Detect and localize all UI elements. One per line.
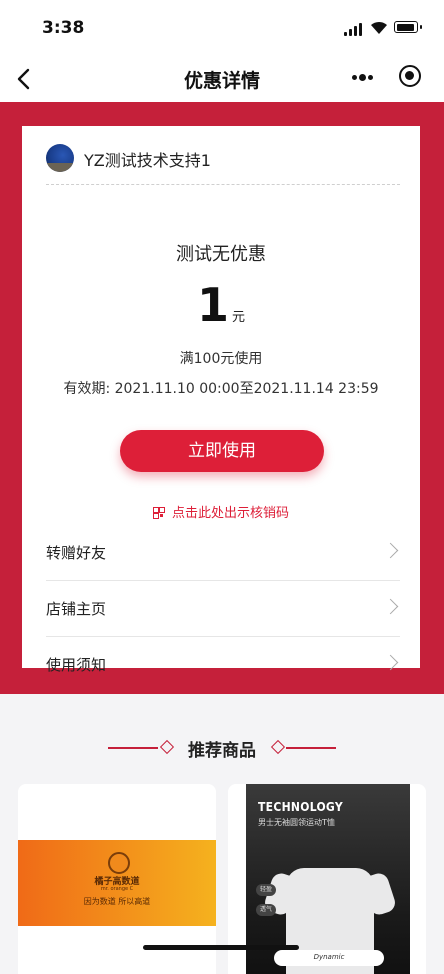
shop-avatar	[46, 144, 74, 172]
dashed-divider	[46, 184, 400, 185]
product-headline: TECHNOLOGY	[258, 800, 343, 814]
orange-logo-icon	[108, 852, 130, 874]
product-tag: 透气	[256, 904, 276, 916]
use-now-button[interactable]: 立即使用	[120, 430, 324, 472]
amount-unit: 元	[232, 310, 246, 325]
coupon-section: YZ测试技术支持1 测试无优惠 1元 满100元使用 有效期: 2021.11.…	[0, 102, 444, 694]
chevron-right-icon	[382, 598, 399, 615]
home-indicator	[143, 945, 299, 950]
divider-line	[286, 747, 336, 749]
shop-row[interactable]: YZ测试技术支持1	[22, 126, 420, 184]
product-tag: 轻盈	[256, 884, 276, 896]
product-description: 男士无袖圆领运动T恤	[258, 818, 335, 827]
product-brand-sub: mr. orange C	[100, 886, 134, 892]
shop-name: YZ测试技术支持1	[84, 151, 211, 170]
battery-icon	[394, 21, 422, 33]
status-bar: 3:38	[0, 0, 444, 56]
coupon-validity: 有效期: 2021.11.10 00:00至2021.11.14 23:59	[63, 381, 379, 397]
signal-icon	[344, 22, 364, 36]
menu-item-shop-home[interactable]: 店铺主页	[46, 581, 400, 637]
menu-item-label: 店铺主页	[46, 600, 107, 618]
wifi-icon	[371, 21, 387, 34]
coupon-amount: 1元	[22, 278, 420, 332]
target-icon[interactable]	[399, 65, 421, 87]
recommend-header: 推荐商品	[0, 736, 444, 761]
product-image: 橘子高数道 mr. orange C 因为数道 所以高道	[18, 840, 216, 926]
menu-item-label: 转赠好友	[46, 544, 107, 562]
coupon-condition: 满100元使用	[179, 351, 263, 367]
show-code-link[interactable]: 点击此处出示核销码	[22, 502, 420, 521]
menu-item-usage-notes[interactable]: 使用须知	[46, 637, 400, 692]
product-brand-pill: Dynamic	[274, 950, 384, 966]
nav-bar: 优惠详情	[0, 56, 444, 102]
chevron-right-icon	[382, 654, 399, 671]
amount-value: 1	[196, 278, 229, 332]
menu-item-gift-friend[interactable]: 转赠好友	[46, 525, 400, 581]
menu-item-label: 使用须知	[46, 656, 107, 674]
product-slogan: 因为数道 所以高道	[83, 897, 151, 906]
coupon-card: YZ测试技术支持1 测试无优惠 1元 满100元使用 有效期: 2021.11.…	[22, 126, 420, 674]
recommend-title: 推荐商品	[188, 741, 256, 761]
more-dots-icon[interactable]	[348, 66, 378, 90]
status-time: 3:38	[42, 18, 85, 38]
coupon-title: 测试无优惠	[176, 244, 266, 265]
show-code-label: 点击此处出示核销码	[171, 506, 289, 521]
chevron-right-icon	[382, 542, 399, 559]
qr-code-icon	[152, 507, 165, 519]
